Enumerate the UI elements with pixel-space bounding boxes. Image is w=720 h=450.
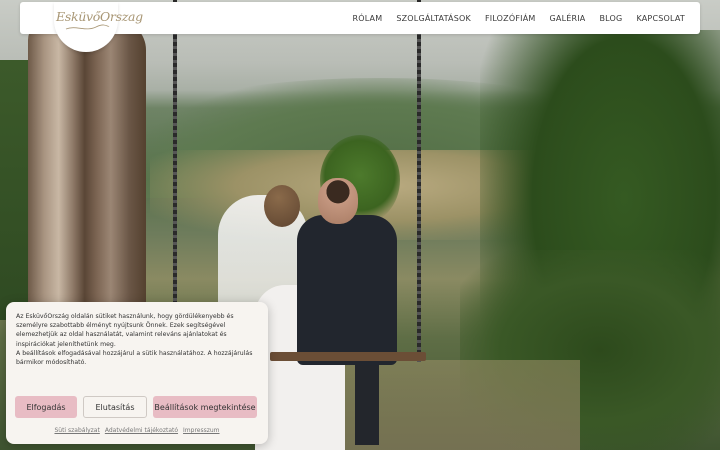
nav-item-filozofiam[interactable]: FILOZÓFIÁM: [485, 14, 536, 23]
bride-head: [264, 185, 300, 227]
groom-legs: [355, 360, 379, 445]
groom-body: [297, 215, 397, 365]
imprint-link[interactable]: Impresszum: [183, 427, 220, 434]
cookie-policy-link[interactable]: Süti szabályzat: [54, 427, 99, 434]
nav-item-szolgaltatasok[interactable]: SZOLGÁLTATÁSOK: [396, 14, 471, 23]
hero-tree-trunk: [28, 20, 146, 320]
swing-seat: [270, 352, 426, 361]
cookie-links: Süti szabályzat Adatvédelmi tájékoztató …: [6, 427, 268, 434]
cookie-description: Az EsküvőOrszág oldalán sütiket használu…: [16, 313, 234, 348]
groom-head: [318, 178, 358, 224]
accept-cookies-button[interactable]: Elfogadás: [15, 396, 77, 418]
nav-item-blog[interactable]: BLOG: [599, 14, 622, 23]
deny-cookies-button[interactable]: Elutasítás: [83, 396, 147, 418]
logo-swash-icon: [65, 24, 110, 30]
cookie-consent-note: A beállítások elfogadásával hozzájárul a…: [16, 349, 253, 367]
cookie-consent-banner: Az EsküvőOrszág oldalán sütiket használu…: [6, 302, 268, 444]
nav-item-kapcsolat[interactable]: KAPCSOLAT: [636, 14, 685, 23]
cookie-settings-button[interactable]: Beállítások megtekintése: [153, 396, 257, 418]
swing-chain-right: [417, 0, 421, 362]
nav-item-rolam[interactable]: RÓLAM: [352, 14, 382, 23]
top-navbar: EsküvőOrszag RÓLAM SZOLGÁLTATÁSOK FILOZÓ…: [20, 2, 700, 52]
nav-item-galeria[interactable]: GALÉRIA: [550, 14, 586, 23]
privacy-policy-link[interactable]: Adatvédelmi tájékoztató: [105, 427, 178, 434]
main-nav: RÓLAM SZOLGÁLTATÁSOK FILOZÓFIÁM GALÉRIA …: [352, 2, 685, 34]
cookie-button-row: Elfogadás Elutasítás Beállítások megteki…: [15, 396, 257, 418]
site-logo[interactable]: EsküvőOrszag: [56, 9, 143, 24]
